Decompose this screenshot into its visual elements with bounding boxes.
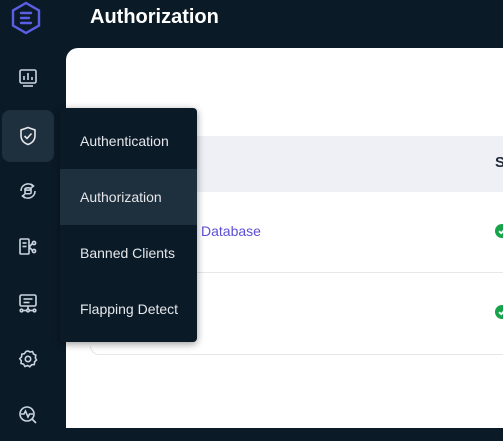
dashboard-icon — [19, 69, 37, 87]
data-integration-icon — [20, 183, 36, 199]
submenu-item-flapping-detect[interactable]: Flapping Detect — [60, 281, 197, 337]
nav-dashboard[interactable] — [2, 52, 54, 104]
nav-settings[interactable] — [2, 333, 54, 385]
monitor-icon — [19, 406, 37, 424]
app-logo-icon[interactable] — [8, 0, 44, 36]
check-circle-icon — [495, 305, 503, 319]
table-border — [90, 346, 503, 355]
nav-access-control[interactable] — [2, 110, 54, 162]
status-column-header: S — [495, 154, 503, 171]
access-control-submenu: Authentication Authorization Banned Clie… — [60, 108, 197, 342]
flow-icon — [19, 238, 37, 255]
nav-monitoring[interactable] — [2, 389, 54, 441]
settings-icon — [18, 350, 38, 368]
authorizer-name-link[interactable]: Database — [201, 223, 261, 239]
submenu-item-authorization[interactable]: Authorization — [60, 169, 197, 225]
nav-flows[interactable] — [2, 221, 54, 273]
submenu-item-authentication[interactable]: Authentication — [60, 113, 197, 169]
submenu-item-banned-clients[interactable]: Banned Clients — [60, 225, 197, 281]
sidebar — [0, 0, 66, 424]
nav-diagnose[interactable] — [2, 277, 54, 329]
shield-check-icon — [20, 126, 36, 146]
page-title: Authorization — [90, 6, 219, 28]
nav-data-integration[interactable] — [2, 165, 54, 217]
diagnose-icon — [19, 294, 37, 313]
check-circle-icon — [495, 224, 503, 238]
